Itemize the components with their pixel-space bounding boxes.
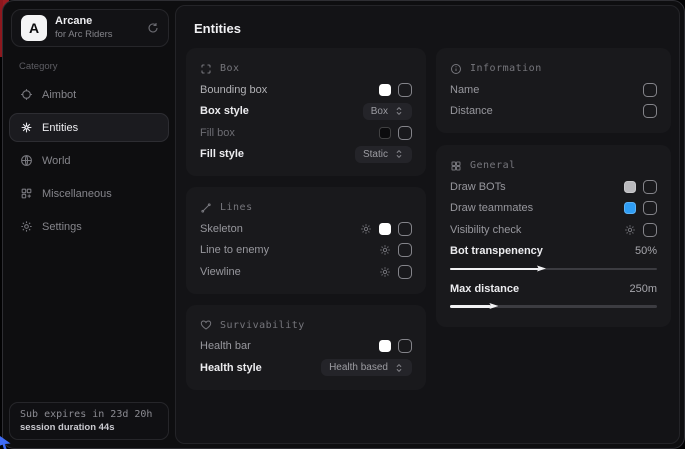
app-logo: A xyxy=(21,15,47,41)
draw-teammates-color-swatch[interactable] xyxy=(624,202,636,214)
fill-style-dropdown[interactable]: Static xyxy=(355,146,412,163)
sidebar-item-label: Settings xyxy=(42,221,82,233)
setting-row-skeleton: Skeleton xyxy=(200,218,412,240)
configure-icon[interactable] xyxy=(379,244,391,256)
section-general: General Draw BOTs Draw teammates xyxy=(436,145,671,327)
sidebar-item-entities[interactable]: Entities xyxy=(9,113,169,142)
subscription-card: Sub expires in 23d 20h session duration … xyxy=(9,402,169,440)
box-style-dropdown[interactable]: Box xyxy=(363,103,412,120)
draw-teammates-checkbox[interactable] xyxy=(643,201,657,215)
app-logo-letter: A xyxy=(29,20,39,36)
sidebar-item-miscellaneous[interactable]: Miscellaneous xyxy=(9,179,169,208)
max-distance-slider[interactable] xyxy=(450,302,657,311)
sidebar-item-label: World xyxy=(42,155,71,167)
page-title: Entities xyxy=(194,21,669,36)
line-to-enemy-checkbox[interactable] xyxy=(398,243,412,257)
sidebar-item-world[interactable]: World xyxy=(9,146,169,175)
main-panel: Entities Box Bounding box xyxy=(175,5,680,444)
section-title: Information xyxy=(470,63,542,74)
frame-corners-icon xyxy=(200,63,212,75)
configure-icon[interactable] xyxy=(624,224,636,236)
fill-box-color-swatch[interactable] xyxy=(379,127,391,139)
sidebar: A Arcane for Arc Riders Category Aimbot … xyxy=(3,1,175,448)
health-bar-color-swatch[interactable] xyxy=(379,340,391,352)
draw-bots-checkbox[interactable] xyxy=(643,180,657,194)
unfold-icon xyxy=(394,363,404,373)
unfold-icon xyxy=(394,149,404,159)
section-title: Lines xyxy=(220,202,253,213)
app-header-card: A Arcane for Arc Riders xyxy=(11,9,169,47)
setting-row-fill-box: Fill box xyxy=(200,122,412,144)
draw-bots-color-swatch[interactable] xyxy=(624,181,636,193)
bounding-box-color-swatch[interactable] xyxy=(379,84,391,96)
distance-checkbox[interactable] xyxy=(643,104,657,118)
sidebar-item-aimbot[interactable]: Aimbot xyxy=(9,80,169,109)
setting-row-distance: Distance xyxy=(450,101,657,123)
app-subtitle: for Arc Riders xyxy=(55,29,139,41)
app-window: A Arcane for Arc Riders Category Aimbot … xyxy=(2,0,685,449)
setting-row-line-to-enemy: Line to enemy xyxy=(200,240,412,262)
sidebar-item-label: Aimbot xyxy=(42,89,76,101)
fill-box-checkbox[interactable] xyxy=(398,126,412,140)
globe-icon xyxy=(20,154,33,167)
visibility-check-checkbox[interactable] xyxy=(643,223,657,237)
max-distance-value: 250m xyxy=(629,283,657,295)
sidebar-item-label: Entities xyxy=(42,122,78,134)
bounding-box-checkbox[interactable] xyxy=(398,83,412,97)
section-survivability: Survivability Health bar Health style He… xyxy=(186,305,426,390)
crosshair-icon xyxy=(20,88,33,101)
section-title: Survivability xyxy=(220,320,305,331)
section-lines: Lines Skeleton Line to enemy xyxy=(186,187,426,294)
setting-row-max-distance: Max distance 250m xyxy=(450,278,657,300)
grid-icon xyxy=(450,160,462,172)
setting-row-box-style: Box style Box xyxy=(200,101,412,123)
section-information: Information Name Distance xyxy=(436,48,671,133)
viewline-checkbox[interactable] xyxy=(398,265,412,279)
setting-row-name: Name xyxy=(450,79,657,101)
section-title: General xyxy=(470,160,516,171)
gear-icon xyxy=(20,220,33,233)
setting-row-fill-style: Fill style Static xyxy=(200,144,412,166)
sidebar-item-label: Miscellaneous xyxy=(42,188,112,200)
diagonal-line-icon xyxy=(200,202,212,214)
setting-row-draw-teammates: Draw teammates xyxy=(450,198,657,220)
setting-row-bot-transparency: Bot transpenency 50% xyxy=(450,241,657,263)
refresh-icon[interactable] xyxy=(147,22,159,34)
setting-row-bounding-box: Bounding box xyxy=(200,79,412,101)
bot-transparency-value: 50% xyxy=(635,245,657,257)
health-style-dropdown[interactable]: Health based xyxy=(321,359,412,376)
sub-expiry-text: Sub expires in 23d 20h xyxy=(20,409,158,420)
entities-icon xyxy=(20,121,33,134)
configure-icon[interactable] xyxy=(360,223,372,235)
session-duration-text: session duration 44s xyxy=(20,422,158,433)
info-icon xyxy=(450,63,462,75)
widgets-icon xyxy=(20,187,33,200)
section-box: Box Bounding box Box style Box xyxy=(186,48,426,176)
name-checkbox[interactable] xyxy=(643,83,657,97)
health-bar-checkbox[interactable] xyxy=(398,339,412,353)
bot-transparency-slider[interactable] xyxy=(450,264,657,273)
configure-icon[interactable] xyxy=(379,266,391,278)
section-title: Box xyxy=(220,63,240,74)
sidebar-item-settings[interactable]: Settings xyxy=(9,212,169,241)
setting-row-viewline: Viewline xyxy=(200,261,412,283)
skeleton-color-swatch[interactable] xyxy=(379,223,391,235)
skeleton-checkbox[interactable] xyxy=(398,222,412,236)
unfold-icon xyxy=(394,106,404,116)
app-title: Arcane xyxy=(55,15,139,29)
setting-row-draw-bots: Draw BOTs xyxy=(450,176,657,198)
category-label: Category xyxy=(19,61,171,72)
setting-row-health-bar: Health bar xyxy=(200,336,412,358)
setting-row-health-style: Health style Health based xyxy=(200,357,412,379)
setting-row-visibility-check: Visibility check xyxy=(450,219,657,241)
heart-icon xyxy=(200,319,212,331)
